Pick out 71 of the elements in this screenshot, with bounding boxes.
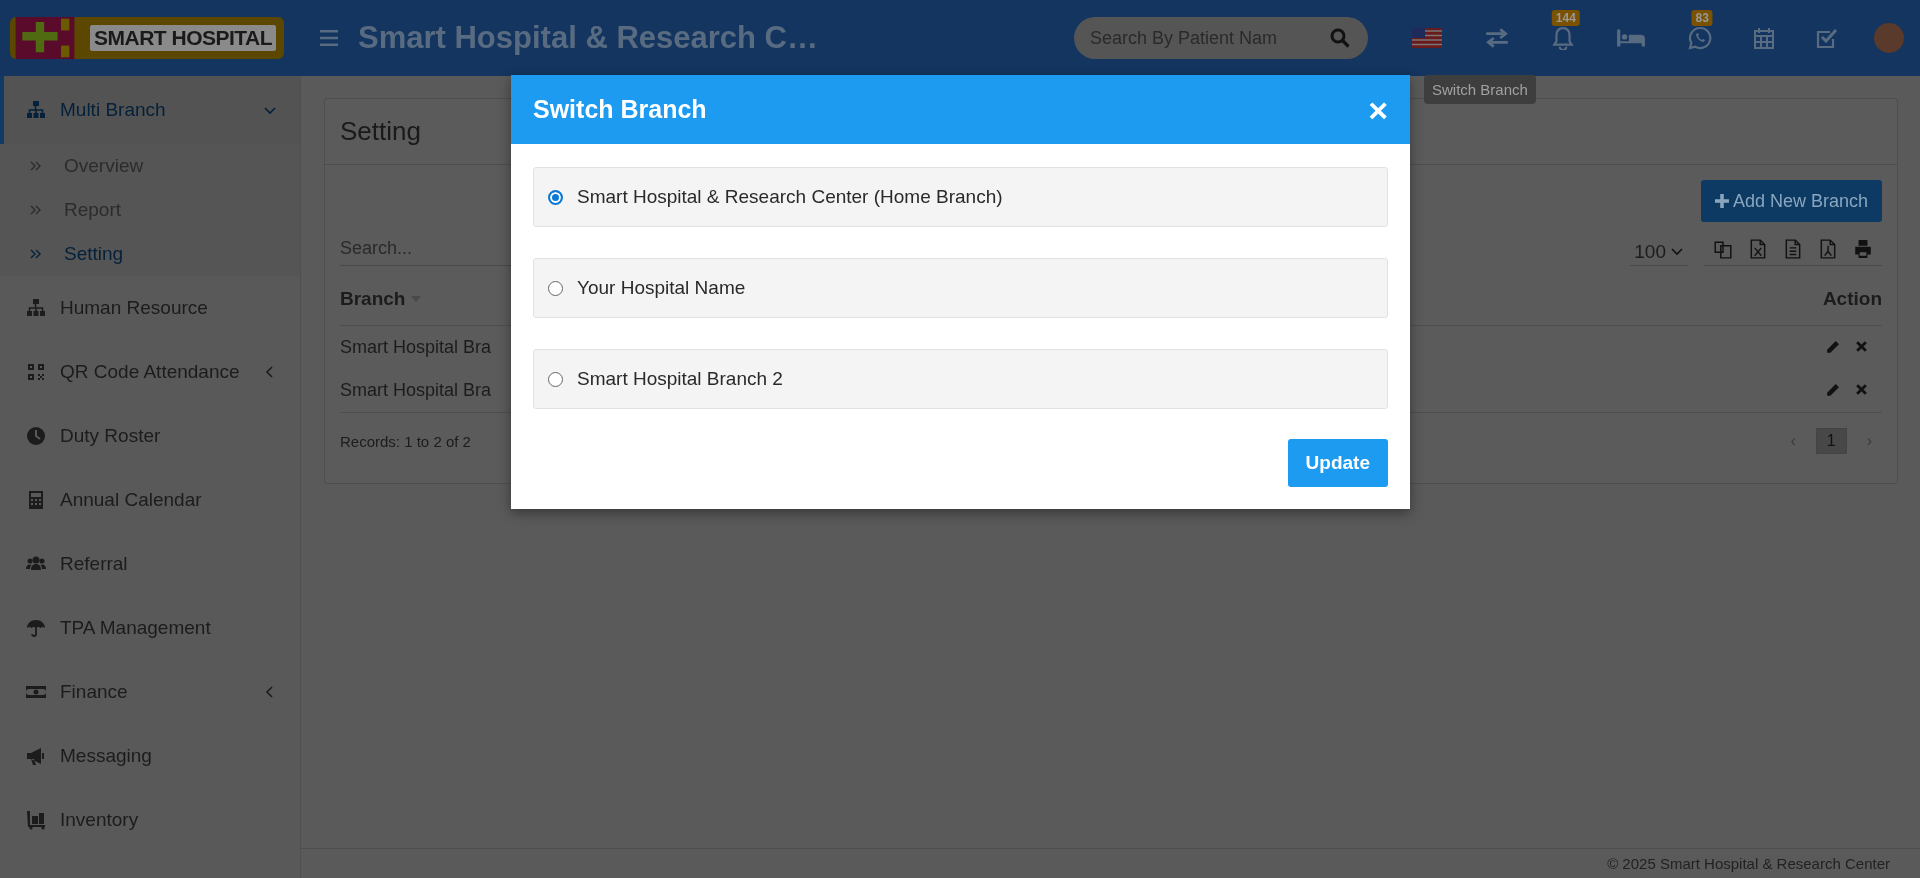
previous-page-link[interactable]: ‹	[1780, 429, 1806, 453]
sidebar-item[interactable]: Annual Calendar	[0, 468, 300, 532]
sidebar-item[interactable]: Duty Roster	[0, 404, 300, 468]
search-icon[interactable]	[1330, 28, 1350, 48]
delete-icon[interactable]	[1855, 383, 1868, 396]
notification-badge: 144	[1551, 10, 1580, 26]
close-button[interactable]: ×	[1368, 92, 1388, 127]
column-header: Action	[1822, 287, 1882, 310]
pencil-icon[interactable]	[1825, 340, 1840, 355]
pdf-file-icon[interactable]	[1819, 239, 1837, 259]
chevron-down-icon	[264, 104, 276, 116]
branch-option[interactable]: Your Hospital Name	[533, 258, 1388, 318]
radio-button[interactable]	[548, 189, 563, 205]
switch-arrows-icon[interactable]	[1484, 27, 1510, 49]
calendar-icon[interactable]	[1754, 27, 1774, 49]
checkbox-icon[interactable]	[1816, 27, 1838, 49]
tooltip: Switch Branch	[1424, 75, 1536, 104]
pencil-icon[interactable]	[1825, 383, 1840, 398]
records-count: Records: 1 to 2 of 2	[340, 432, 471, 450]
next-page-link[interactable]: ›	[1856, 429, 1882, 453]
logo[interactable]: SMART HOSPITAL	[10, 17, 284, 59]
megaphone-icon	[26, 746, 46, 766]
double-chevron-icon	[30, 160, 42, 172]
add-new-branch-button[interactable]: Add New Branch	[1700, 180, 1882, 222]
copyright-text: © 2025 Smart Hospital & Research Center	[1607, 855, 1890, 872]
column-header[interactable]: Branch	[340, 287, 422, 310]
chevron-down-icon	[1670, 246, 1684, 258]
sidebar-item[interactable]: QR Code Attendance	[0, 340, 300, 404]
table-cell: Smart Hospital Bra	[340, 337, 492, 358]
branch-option[interactable]: Smart Hospital & Research Center (Home Branch)	[533, 167, 1388, 227]
message-badge: 83	[1691, 10, 1713, 26]
sidebar-item[interactable]: Referral	[0, 532, 300, 596]
dialog-title: Switch Branch	[533, 95, 707, 124]
excel-file-icon[interactable]	[1749, 239, 1767, 259]
sidebar-item[interactable]: Multi Branch	[0, 76, 300, 144]
copy-icon[interactable]	[1714, 239, 1732, 259]
trolley-icon	[26, 810, 46, 830]
bed-icon[interactable]	[1616, 28, 1646, 48]
branch-option[interactable]: Smart Hospital Branch 2	[533, 349, 1388, 409]
double-chevron-icon	[30, 248, 42, 260]
radio-button[interactable]	[548, 280, 563, 296]
menu-icon[interactable]	[320, 30, 338, 46]
sitemap-icon	[26, 100, 46, 120]
radio-button[interactable]	[548, 371, 563, 387]
logo-text: SMART HOSPITAL	[90, 25, 277, 51]
sidebar-item[interactable]: TPA Management	[0, 596, 300, 660]
clock-icon	[26, 426, 46, 446]
sidebar-item[interactable]: Human Resource	[0, 276, 300, 340]
bell-icon[interactable]	[1552, 26, 1574, 50]
sidebar-item[interactable]: Inventory	[0, 788, 300, 852]
chevron-left-icon	[264, 366, 276, 378]
sitemap-icon	[26, 298, 46, 318]
umbrella-icon	[26, 618, 46, 638]
sidebar-item[interactable]: Finance	[0, 660, 300, 724]
page-title: Setting	[340, 116, 421, 147]
update-button[interactable]: Update	[1287, 439, 1388, 487]
sidebar-item[interactable]: Messaging	[0, 724, 300, 788]
delete-icon[interactable]	[1855, 340, 1868, 353]
double-chevron-icon	[30, 204, 42, 216]
document-icon[interactable]	[1784, 239, 1802, 259]
page-size-select[interactable]: 100	[1630, 237, 1688, 266]
flag-icon[interactable]	[1412, 28, 1442, 48]
app-title: Smart Hospital & Research C…	[358, 20, 818, 56]
submenu-item[interactable]: Setting	[0, 232, 300, 276]
print-icon[interactable]	[1854, 239, 1872, 259]
chat-bubble-icon[interactable]	[1688, 26, 1712, 50]
table-cell: Smart Hospital Bra	[340, 380, 492, 401]
calculator-icon	[26, 490, 46, 510]
plus-icon	[1714, 194, 1729, 208]
chevron-left-icon	[264, 686, 276, 698]
qr-code-icon	[26, 362, 46, 382]
